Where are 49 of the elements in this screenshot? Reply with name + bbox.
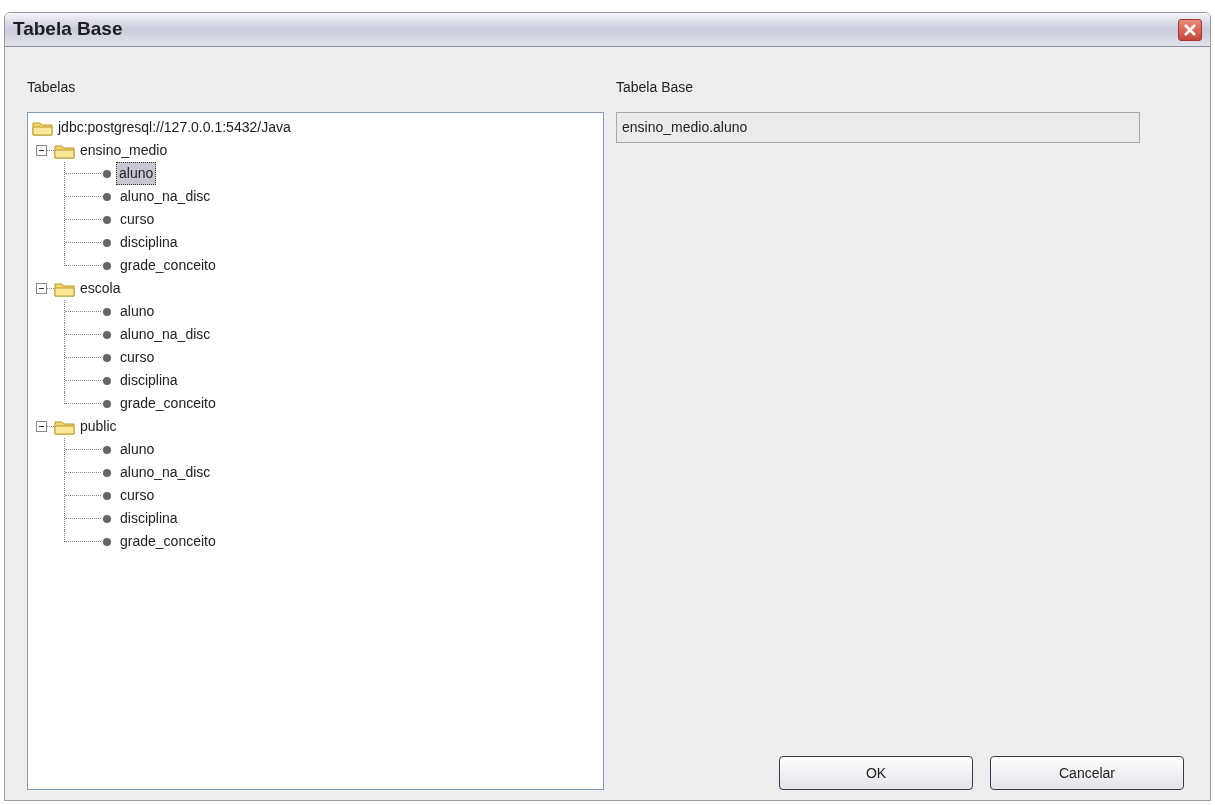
table-icon: [102, 306, 112, 317]
table-icon: [102, 513, 112, 524]
tree-item[interactable]: grade_conceito: [116, 530, 220, 553]
table-icon: [102, 214, 112, 225]
dialog-button[interactable]: OK: [779, 756, 973, 790]
table-icon: [102, 536, 112, 547]
tree-item[interactable]: aluno_na_disc: [116, 461, 215, 484]
tree-item[interactable]: curso: [116, 484, 159, 507]
table-icon: [102, 260, 112, 271]
table-icon: [102, 375, 112, 386]
tree-item[interactable]: aluno_na_disc: [116, 323, 215, 346]
table-icon: [102, 444, 112, 455]
base-table-field: ensino_medio.aluno: [616, 112, 1140, 143]
table-icon: [102, 191, 112, 202]
collapse-icon[interactable]: [36, 421, 47, 432]
tree-item[interactable]: aluno_na_disc: [116, 185, 215, 208]
window-title: Tabela Base: [13, 17, 123, 42]
table-icon: [102, 467, 112, 478]
collapse-icon[interactable]: [36, 283, 47, 294]
tree-item[interactable]: disciplina: [116, 507, 182, 530]
tree-item[interactable]: grade_conceito: [116, 254, 220, 277]
tree-item[interactable]: grade_conceito: [116, 392, 220, 415]
tree-item[interactable]: aluno: [116, 300, 159, 323]
table-icon: [102, 329, 112, 340]
tree-item[interactable]: curso: [116, 208, 159, 231]
dialog-button[interactable]: Cancelar: [990, 756, 1184, 790]
folder-icon: [54, 418, 76, 435]
tree-item[interactable]: aluno: [116, 438, 159, 461]
tree-label: Tabelas: [27, 78, 77, 97]
tree-item[interactable]: ensino_medio: [80, 140, 168, 161]
folder-icon: [54, 142, 76, 159]
folder-icon: [32, 119, 54, 136]
table-icon: [102, 352, 112, 363]
table-icon: [102, 168, 112, 179]
tree-item[interactable]: disciplina: [116, 369, 182, 392]
table-icon: [102, 398, 112, 409]
tree-item[interactable]: public: [80, 416, 117, 437]
folder-icon: [54, 280, 76, 297]
tree-item[interactable]: jdbc:postgresql://127.0.0.1:5432/Java: [58, 117, 291, 138]
table-icon: [102, 490, 112, 501]
tree-item[interactable]: escola: [80, 278, 121, 299]
tree-item[interactable]: disciplina: [116, 231, 182, 254]
field-label: Tabela Base: [616, 78, 695, 97]
tree-item[interactable]: aluno: [116, 162, 157, 185]
tree-item[interactable]: curso: [116, 346, 159, 369]
close-icon: [1183, 22, 1197, 37]
close-button[interactable]: [1178, 18, 1202, 41]
collapse-icon[interactable]: [36, 145, 47, 156]
table-icon: [102, 237, 112, 248]
